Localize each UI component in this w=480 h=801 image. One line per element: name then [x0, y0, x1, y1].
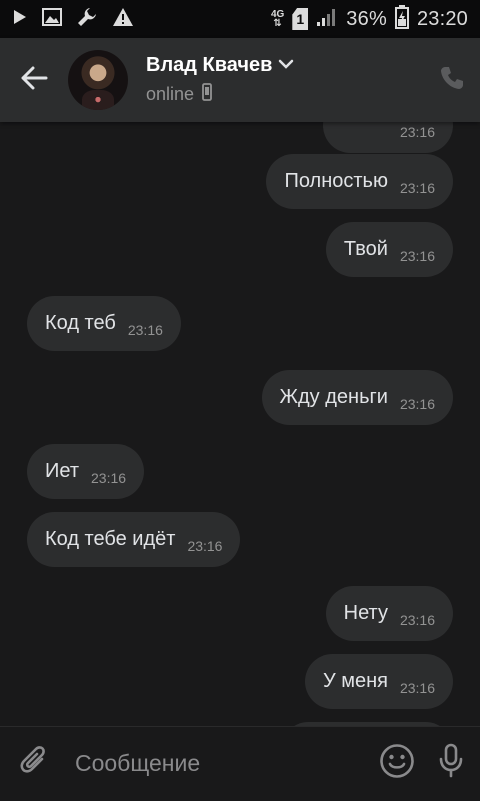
phone-call-icon [438, 64, 466, 97]
voice-message-button[interactable] [423, 727, 480, 801]
microphone-icon [437, 743, 465, 784]
message-time: 23:16 [91, 469, 127, 486]
message-time: 23:16 [187, 537, 223, 554]
message-bubble-outgoing[interactable]: Жду деньги 23:16 [261, 370, 453, 425]
message-text: Код теб [45, 312, 116, 334]
message-time: 23:16 [399, 679, 435, 696]
message-text: У меня [322, 670, 388, 692]
composer-bar [0, 726, 480, 801]
peer-info[interactable]: Влад Квачев online [146, 54, 294, 106]
chat-header: Влад Квачев online [0, 38, 480, 122]
emoji-button[interactable] [371, 727, 423, 801]
message-time: 23:16 [399, 179, 435, 196]
message-text: Нету [343, 602, 388, 624]
message-text: Иет [45, 460, 79, 482]
image-icon [42, 7, 62, 31]
back-button[interactable] [0, 38, 68, 122]
message-text: Полностью [284, 170, 388, 192]
message-time: 23:16 [127, 321, 163, 338]
mobile-phone-icon [202, 83, 212, 106]
clock: 23:20 [416, 7, 468, 30]
message-time: 23:16 [399, 247, 435, 264]
sim-slot-badge: 1 [292, 8, 309, 30]
message-bubble-outgoing[interactable]: Нету 23:16 [325, 586, 453, 641]
battery-icon [394, 4, 409, 34]
message-bubble-outgoing[interactable]: У меня 23:16 [304, 654, 453, 709]
message-bubble-outgoing[interactable]: Полностью 23:16 [266, 154, 453, 209]
message-time: 23:16 [399, 123, 435, 140]
message-input[interactable] [70, 726, 371, 801]
message-text: Код тебе идёт [45, 528, 176, 550]
paperclip-icon [20, 745, 50, 782]
battery-percent: 36% [346, 7, 387, 30]
avatar[interactable] [68, 50, 128, 110]
network-indicator: 4G ⇅ [270, 9, 285, 29]
attach-button[interactable] [0, 727, 71, 801]
play-icon [12, 8, 28, 31]
peer-status: online [146, 84, 195, 104]
message-bubble-incoming[interactable]: Иет 23:16 [27, 444, 145, 499]
message-bubble-outgoing[interactable]: 23:16 [323, 122, 453, 153]
message-bubble-incoming[interactable]: Код тебе идёт 23:16 [27, 512, 241, 567]
message-time: 23:16 [399, 395, 435, 412]
message-bubble-incoming[interactable]: Код теб 23:16 [27, 296, 181, 351]
wrench-icon [76, 6, 98, 33]
message-time: 23:16 [399, 611, 435, 628]
smile-icon [379, 743, 415, 784]
warning-icon [112, 7, 134, 32]
message-text: Твой [343, 238, 388, 260]
message-list[interactable]: 23:16 Полностью 23:16 Твой 23:16 Код теб… [0, 122, 480, 726]
message-bubble-outgoing[interactable]: Твой 23:16 [325, 222, 453, 277]
call-button[interactable] [424, 38, 480, 122]
message-text: Жду деньги [279, 386, 388, 408]
back-arrow-icon [20, 66, 48, 95]
signal-icon [316, 7, 338, 32]
status-bar: 4G ⇅ 1 36% 23:20 [0, 0, 480, 38]
peer-name: Влад Квачев [146, 54, 273, 76]
chevron-down-icon [278, 57, 294, 75]
